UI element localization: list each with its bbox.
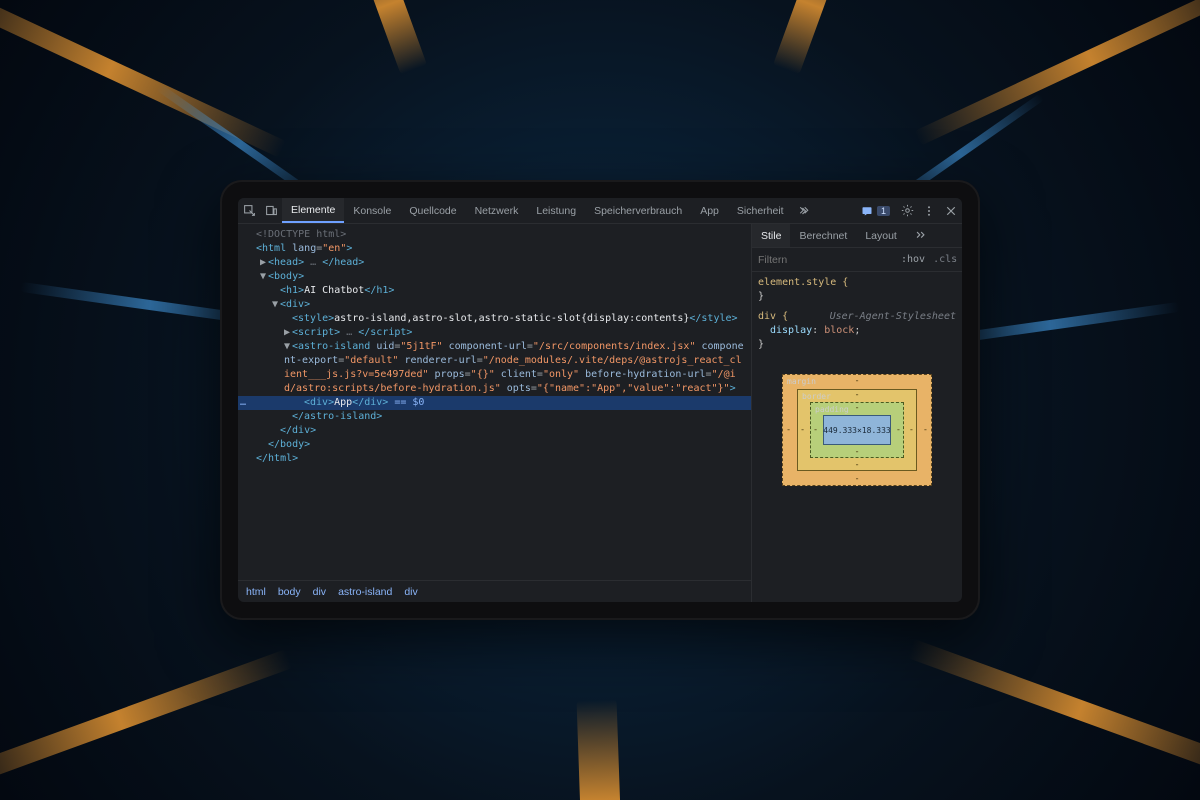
kebab-menu-icon[interactable] bbox=[918, 198, 940, 223]
dom-node[interactable]: ▶<script> … </script> bbox=[238, 326, 751, 340]
more-tabs-icon[interactable] bbox=[793, 198, 815, 223]
box-padding-label: padding bbox=[815, 405, 849, 414]
styles-rules[interactable]: element.style { } div { User-Agent-Style… bbox=[752, 272, 962, 356]
box-padding[interactable]: padding - - - - 449.333×18.333 bbox=[810, 402, 904, 458]
dom-node[interactable]: ▼<body> bbox=[238, 270, 751, 284]
dom-node[interactable]: <!DOCTYPE html> bbox=[238, 228, 751, 242]
styles-tab-berechnet[interactable]: Berechnet bbox=[790, 224, 856, 247]
rule-div: div { bbox=[758, 311, 788, 322]
tab-leistung[interactable]: Leistung bbox=[527, 198, 585, 223]
box-margin-label: margin bbox=[787, 377, 816, 386]
css-val: block bbox=[824, 325, 854, 336]
breadcrumb: htmlbodydivastro-islanddiv bbox=[238, 580, 751, 602]
dom-node[interactable]: <html lang="en"> bbox=[238, 242, 751, 256]
styles-filter-bar: :hov .cls bbox=[752, 248, 962, 272]
hov-toggle[interactable]: :hov bbox=[901, 254, 925, 265]
styles-filter-input[interactable] bbox=[758, 254, 893, 266]
dom-tree[interactable]: <!DOCTYPE html><html lang="en">▶<head> …… bbox=[238, 224, 751, 580]
tab-konsole[interactable]: Konsole bbox=[344, 198, 400, 223]
dom-node[interactable]: <style>astro-island,astro-slot,astro-sta… bbox=[238, 312, 751, 326]
breadcrumb-item[interactable]: html bbox=[246, 586, 266, 598]
tab-speicherverbrauch[interactable]: Speicherverbrauch bbox=[585, 198, 691, 223]
tab-quellcode[interactable]: Quellcode bbox=[400, 198, 465, 223]
breadcrumb-item[interactable]: div bbox=[404, 586, 417, 598]
cls-toggle[interactable]: .cls bbox=[933, 254, 957, 265]
box-model: margin - - - - border - - - - bbox=[752, 356, 962, 602]
rule-element-style: element.style { bbox=[758, 277, 848, 288]
styles-panel: StileBerechnetLayout :hov .cls bbox=[752, 224, 962, 602]
breadcrumb-item[interactable]: div bbox=[313, 586, 326, 598]
box-content-size: 449.333×18.333 bbox=[823, 426, 890, 435]
dom-node[interactable]: ▼<astro-island uid="5j1tF" component-url… bbox=[238, 340, 751, 396]
ua-stylesheet-label: User-Agent-Stylesheet bbox=[830, 310, 956, 324]
more-styles-tabs-icon[interactable] bbox=[906, 224, 935, 247]
devtools-tabs: ElementeKonsoleQuellcodeNetzwerkLeistung… bbox=[282, 198, 793, 223]
issues-badge[interactable]: 1 bbox=[855, 198, 896, 223]
tablet-frame: ElementeKonsoleQuellcodeNetzwerkLeistung… bbox=[220, 180, 980, 620]
box-border[interactable]: border - - - - padding - - - bbox=[797, 389, 917, 471]
box-margin[interactable]: margin - - - - border - - - - bbox=[782, 374, 932, 486]
dom-node[interactable]: ▼<div> bbox=[238, 298, 751, 312]
dom-node[interactable]: </div> bbox=[238, 424, 751, 438]
devtools-topbar: ElementeKonsoleQuellcodeNetzwerkLeistung… bbox=[238, 198, 962, 224]
dom-node[interactable]: …<div>App</div> == $0 bbox=[238, 396, 751, 410]
inspect-element-icon[interactable] bbox=[238, 198, 260, 223]
dom-node[interactable]: ▶<head> … </head> bbox=[238, 256, 751, 270]
device-toolbar-icon[interactable] bbox=[260, 198, 282, 223]
tab-sicherheit[interactable]: Sicherheit bbox=[728, 198, 793, 223]
settings-icon[interactable] bbox=[896, 198, 918, 223]
tab-elemente[interactable]: Elemente bbox=[282, 198, 344, 223]
dom-node[interactable]: </html> bbox=[238, 452, 751, 466]
box-content[interactable]: 449.333×18.333 bbox=[823, 415, 891, 445]
dom-node[interactable]: </astro-island> bbox=[238, 410, 751, 424]
elements-panel: <!DOCTYPE html><html lang="en">▶<head> …… bbox=[238, 224, 752, 602]
breadcrumb-item[interactable]: body bbox=[278, 586, 301, 598]
devtools-main: <!DOCTYPE html><html lang="en">▶<head> …… bbox=[238, 224, 962, 602]
dom-node[interactable]: <h1>AI Chatbot</h1> bbox=[238, 284, 751, 298]
rule-close: } bbox=[758, 290, 956, 304]
styles-tabs: StileBerechnetLayout bbox=[752, 224, 962, 248]
rule-close: } bbox=[758, 338, 956, 352]
issues-count: 1 bbox=[877, 206, 890, 216]
dom-node[interactable]: </body> bbox=[238, 438, 751, 452]
styles-tab-stile[interactable]: Stile bbox=[752, 224, 790, 247]
close-icon[interactable] bbox=[940, 198, 962, 223]
tab-netzwerk[interactable]: Netzwerk bbox=[466, 198, 528, 223]
styles-tab-layout[interactable]: Layout bbox=[856, 224, 906, 247]
breadcrumb-item[interactable]: astro-island bbox=[338, 586, 392, 598]
tab-app[interactable]: App bbox=[691, 198, 728, 223]
box-border-label: border bbox=[802, 392, 831, 401]
devtools-window: ElementeKonsoleQuellcodeNetzwerkLeistung… bbox=[238, 198, 962, 602]
css-prop: display bbox=[770, 325, 812, 336]
